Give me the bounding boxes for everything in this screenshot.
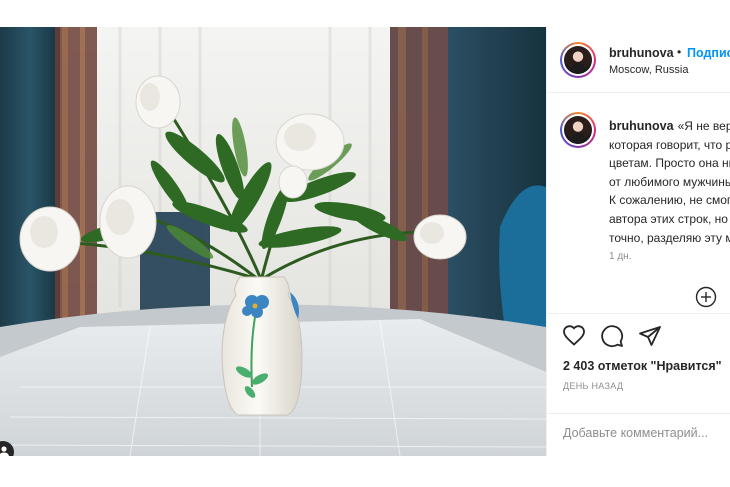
post-timestamp[interactable]: ДЕНЬ НАЗАД (563, 381, 623, 391)
page-bottom-strip (0, 456, 730, 487)
avatar-image (564, 116, 592, 144)
avatar[interactable] (560, 42, 596, 78)
caption-line-2: которая говорит, что равнодушна к (609, 137, 730, 152)
comment-form (547, 413, 730, 456)
username-link[interactable]: bruhunova (609, 46, 674, 60)
plus-circle-icon (695, 286, 717, 308)
heart-icon (563, 325, 585, 346)
post-photo[interactable] (0, 27, 546, 456)
comment-button[interactable] (600, 324, 624, 348)
likes-count[interactable]: 2 403 отметок "Нравится" (563, 359, 722, 373)
caption-age[interactable]: 1 дн. (609, 251, 631, 262)
caption-username[interactable]: bruhunova (609, 119, 674, 133)
post-header: bruhunova • Подписаться Moscow, Russia (547, 27, 730, 93)
caption-avatar[interactable] (560, 112, 596, 148)
user-tag-icon (0, 446, 9, 456)
caption-line-1: bruhunova«Я не верю женщине, (609, 119, 730, 133)
bouquet-photo (0, 27, 546, 456)
follow-button[interactable]: Подписаться (687, 46, 730, 60)
post-actions: 2 403 отметок "Нравится" ДЕНЬ НАЗАД (547, 313, 730, 413)
speech-bubble-icon (601, 325, 624, 348)
dot-separator: • (677, 45, 682, 59)
caption-line-5: К сожалению, не смогла найти (609, 193, 730, 208)
avatar-image (564, 46, 592, 74)
caption-line-3: цветам. Просто она никогда не получала и… (609, 156, 730, 171)
comment-input[interactable] (563, 426, 730, 440)
paper-plane-icon (639, 326, 661, 346)
caption-line-7: точно, разделяю эту мысль. (609, 230, 730, 245)
post-side-panel: bruhunova • Подписаться Moscow, Russia b… (546, 27, 730, 456)
caption-area: bruhunova«Я не верю женщине, которая гов… (547, 93, 730, 311)
location-link[interactable]: Moscow, Russia (609, 64, 688, 76)
share-button[interactable] (638, 324, 662, 348)
page-top-strip (0, 0, 730, 27)
load-more-comments-button[interactable] (695, 286, 717, 308)
like-button[interactable] (562, 324, 586, 348)
caption-line-6: автора этих строк, но это (609, 211, 730, 226)
caption-line-4: от любимого мужчины». (609, 174, 730, 189)
caption-text: bruhunova«Я не верю женщине, которая гов… (609, 117, 730, 247)
